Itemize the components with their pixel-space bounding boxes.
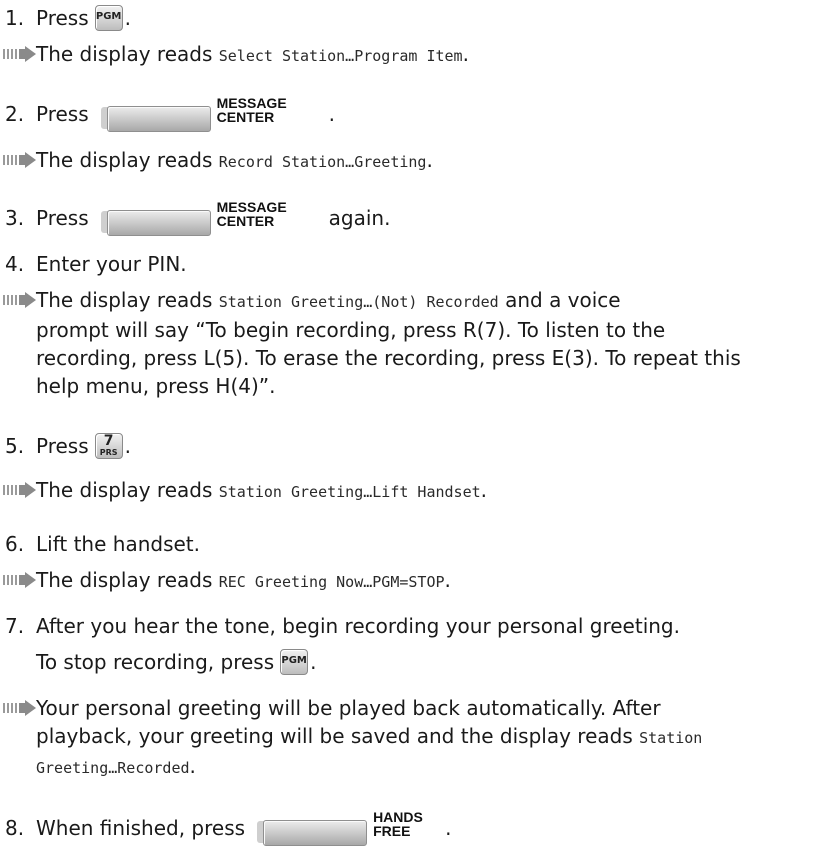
step-text: After you hear the tone, begin recording…: [36, 614, 680, 638]
step-number: 1.: [5, 6, 25, 30]
hands-free-button-icon: HANDS FREE: [257, 810, 423, 846]
result-arrow-icon: [3, 46, 36, 62]
result-arrow-icon: [3, 700, 36, 716]
display-readout: Station Greeting…(Not) Recorded: [218, 293, 499, 311]
display-readout: Station Greeting…Lift Handset: [218, 483, 481, 501]
result-arrow-icon: [3, 152, 36, 168]
message-center-button-icon: MESSAGE CENTER: [100, 200, 287, 236]
step-number: 5.: [5, 434, 25, 458]
instruction-page: 1. Press PGM. The display reads Select St…: [0, 0, 837, 862]
result-arrow-icon: [3, 292, 36, 308]
key-7-prs-icon: 7 PRS: [94, 433, 123, 459]
pgm-key-icon: PGM: [280, 649, 309, 675]
step-text: Lift the handset.: [36, 532, 200, 556]
display-readout: Record Station…Greeting: [218, 153, 427, 171]
step-number: 7.: [5, 614, 25, 638]
step-number: 2.: [5, 102, 25, 126]
pgm-key-icon: PGM: [94, 5, 123, 31]
display-readout: Greeting…Recorded: [36, 759, 190, 777]
step-text: Enter your PIN.: [36, 252, 187, 276]
step-number: 8.: [5, 816, 25, 840]
display-readout: Station: [639, 729, 703, 747]
result-arrow-icon: [3, 572, 36, 588]
display-readout: Select Station…Program Item: [218, 47, 463, 65]
result-arrow-icon: [3, 482, 36, 498]
step-number: 4.: [5, 252, 25, 276]
message-center-button-icon: MESSAGE CENTER: [100, 96, 287, 132]
step-number: 6.: [5, 532, 25, 556]
step-text: Press: [36, 6, 89, 30]
step-number: 3.: [5, 206, 25, 230]
display-readout: REC Greeting Now…PGM=STOP: [218, 573, 445, 591]
